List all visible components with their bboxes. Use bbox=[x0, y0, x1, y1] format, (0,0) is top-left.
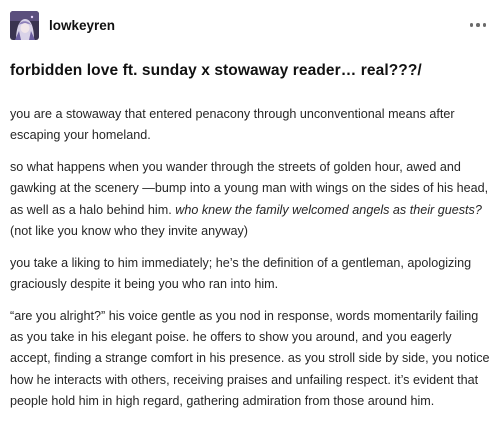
post-header: lowkeyren bbox=[10, 8, 488, 42]
paragraph-italic-text: who knew the family welcomed angels as t… bbox=[175, 202, 482, 217]
avatar-image bbox=[10, 10, 39, 40]
ellipsis-dot bbox=[482, 23, 486, 27]
paragraph-text: you are a stowaway that entered penacony… bbox=[10, 107, 455, 143]
post-title: forbidden love ft. sunday x stowaway rea… bbox=[10, 62, 422, 79]
avatar[interactable] bbox=[10, 10, 39, 40]
post-body: you are a stowaway that entered penacony… bbox=[10, 104, 494, 423]
paragraph-text: you take a liking to him immediately; he… bbox=[10, 255, 472, 292]
paragraph-text: “are you alright?” his voice gentle as y… bbox=[10, 308, 490, 409]
paragraph: you take a liking to him immediately; he… bbox=[10, 253, 494, 296]
ellipsis-icon[interactable] bbox=[468, 19, 489, 31]
ellipsis-dot bbox=[476, 23, 480, 27]
paragraph-tail-text: (not like you know who they invite anywa… bbox=[10, 223, 248, 238]
paragraph: so what happens when you wander through … bbox=[10, 157, 494, 242]
paragraph: you are a stowaway that entered penacony… bbox=[10, 104, 494, 147]
post-card: lowkeyren forbidden love ft. sunday x st… bbox=[0, 0, 500, 441]
username[interactable]: lowkeyren bbox=[49, 18, 115, 33]
ellipsis-dot bbox=[469, 23, 473, 27]
paragraph: “are you alright?” his voice gentle as y… bbox=[10, 306, 494, 412]
